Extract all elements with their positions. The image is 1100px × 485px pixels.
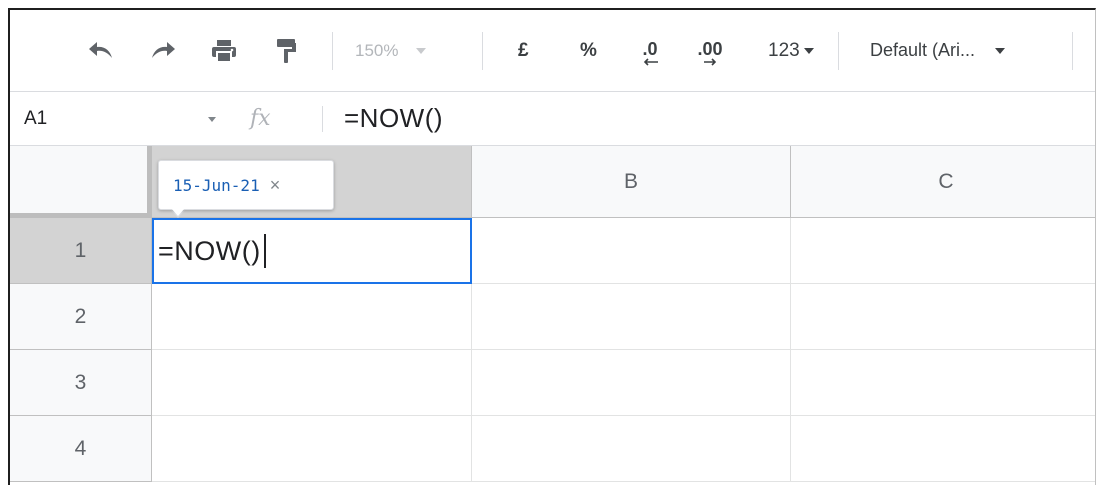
formula-preview-tooltip: 15-Jun-21 × (158, 160, 334, 210)
cell-b1[interactable] (472, 218, 791, 284)
formula-preview-value: 15-Jun-21 (173, 175, 260, 195)
formula-bar: A1 fx =NOW() (10, 91, 1095, 146)
fx-icon: fx (250, 106, 271, 131)
redo-icon[interactable] (140, 10, 184, 91)
cell-b2[interactable] (472, 284, 791, 350)
formula-input[interactable]: =NOW() (344, 92, 443, 145)
cell-a3[interactable] (152, 350, 472, 416)
chevron-down-icon (803, 47, 814, 54)
undo-icon[interactable] (80, 10, 124, 91)
column-header-c[interactable]: C (791, 146, 1095, 218)
arrow-right-icon (704, 57, 717, 66)
more-formats-button[interactable]: 123 (768, 10, 814, 91)
tooltip-arrow-fill (171, 208, 185, 216)
chevron-down-icon[interactable] (208, 117, 216, 122)
column-header-b[interactable]: B (472, 146, 791, 218)
cell-a4[interactable] (152, 416, 472, 482)
toolbar-divider (1072, 32, 1073, 70)
row-header-3[interactable]: 3 (10, 350, 152, 416)
cell-c1[interactable] (791, 218, 1095, 284)
active-cell-text: =NOW() (158, 235, 261, 266)
row-header-2[interactable]: 2 (10, 284, 152, 350)
formula-divider (322, 106, 323, 132)
font-select-value: Default (Ari... (870, 40, 976, 60)
chevron-down-icon (995, 47, 1006, 54)
zoom-value: 150% (355, 40, 399, 60)
text-cursor (263, 234, 266, 268)
select-all-corner[interactable] (10, 146, 152, 218)
close-icon[interactable]: × (270, 175, 281, 196)
cell-c3[interactable] (791, 350, 1095, 416)
name-box[interactable]: A1 (24, 92, 47, 145)
arrow-left-icon (643, 57, 658, 66)
more-formats-label: 123 (768, 39, 800, 61)
toolbar-divider (482, 32, 483, 70)
toolbar-divider (332, 32, 333, 70)
font-select[interactable]: Default (Ari... (870, 10, 1006, 91)
row-header-4[interactable]: 4 (10, 416, 152, 482)
zoom-select[interactable]: 150% (355, 10, 427, 91)
cell-c2[interactable] (791, 284, 1095, 350)
increase-decimal-label: .00 (697, 38, 723, 59)
toolbar: 150% £ % .0 .00 123 Default (Ari... (10, 10, 1095, 91)
paint-format-icon[interactable] (264, 10, 308, 91)
percent-format-button[interactable]: % (580, 10, 597, 91)
row-header-1[interactable]: 1 (10, 218, 152, 284)
increase-decimal-button[interactable]: .00 (686, 10, 734, 91)
spreadsheet-window: 150% £ % .0 .00 123 Default (Ari... A1 f… (8, 8, 1096, 485)
cell-b4[interactable] (472, 416, 791, 482)
active-cell-editor[interactable]: =NOW() (152, 218, 472, 284)
sheet-grid: B C 1 2 3 4 =NOW() 15-Jun-21 × (10, 146, 1095, 485)
cell-a2[interactable] (152, 284, 472, 350)
print-icon[interactable] (202, 10, 246, 91)
decrease-decimal-button[interactable]: .0 (628, 10, 672, 91)
chevron-down-icon (416, 47, 427, 54)
cell-c4[interactable] (791, 416, 1095, 482)
currency-format-button[interactable]: £ (518, 10, 529, 91)
decrease-decimal-label: .0 (642, 38, 658, 59)
cell-b3[interactable] (472, 350, 791, 416)
toolbar-divider (838, 32, 839, 70)
